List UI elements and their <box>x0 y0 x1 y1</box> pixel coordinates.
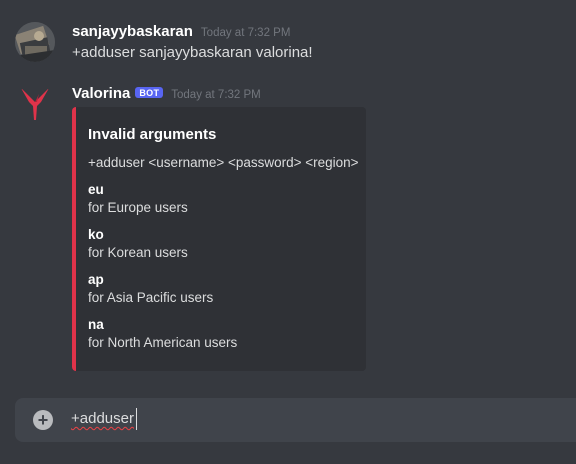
bot-avatar[interactable] <box>15 84 55 124</box>
user-avatar[interactable] <box>15 22 55 62</box>
field-value: for Korean users <box>88 245 188 260</box>
timestamp: Today at 7:32 PM <box>200 27 291 39</box>
field-name: na <box>88 317 104 332</box>
field-value: for North American users <box>88 335 238 350</box>
field-name: eu <box>88 182 104 197</box>
embed: Invalid arguments +adduser <username> <p… <box>72 107 366 371</box>
embed-description: +adduser <username> <password> <region> <box>88 155 359 170</box>
author-line: sanjayybaskaran Today at 7:32 PM <box>72 23 290 41</box>
embed-title: Invalid arguments <box>88 126 217 143</box>
timestamp: Today at 7:32 PM <box>171 89 261 101</box>
bot-tag: BOT <box>135 87 164 98</box>
embed-field: na for North American users <box>88 316 354 352</box>
embed-field: ko for Korean users <box>88 226 354 262</box>
embed-field: eu for Europe users <box>88 181 354 217</box>
plus-circle-icon[interactable]: + <box>33 410 53 430</box>
field-name: ap <box>88 272 104 287</box>
message-content: +adduser sanjayybaskaran valorina! <box>72 44 313 61</box>
bot-username[interactable]: Valorina <box>72 85 130 102</box>
text-caret <box>136 408 137 430</box>
embed-field: ap for Asia Pacific users <box>88 271 354 307</box>
field-value: for Asia Pacific users <box>88 290 214 305</box>
field-name: ko <box>88 227 104 242</box>
message-input[interactable]: +adduser <box>71 410 134 427</box>
field-value: for Europe users <box>88 200 188 215</box>
author-line: Valorina BOT Today at 7:32 PM <box>72 85 261 103</box>
username[interactable]: sanjayybaskaran <box>72 23 193 40</box>
message-composer[interactable]: + +adduser <box>15 398 576 442</box>
